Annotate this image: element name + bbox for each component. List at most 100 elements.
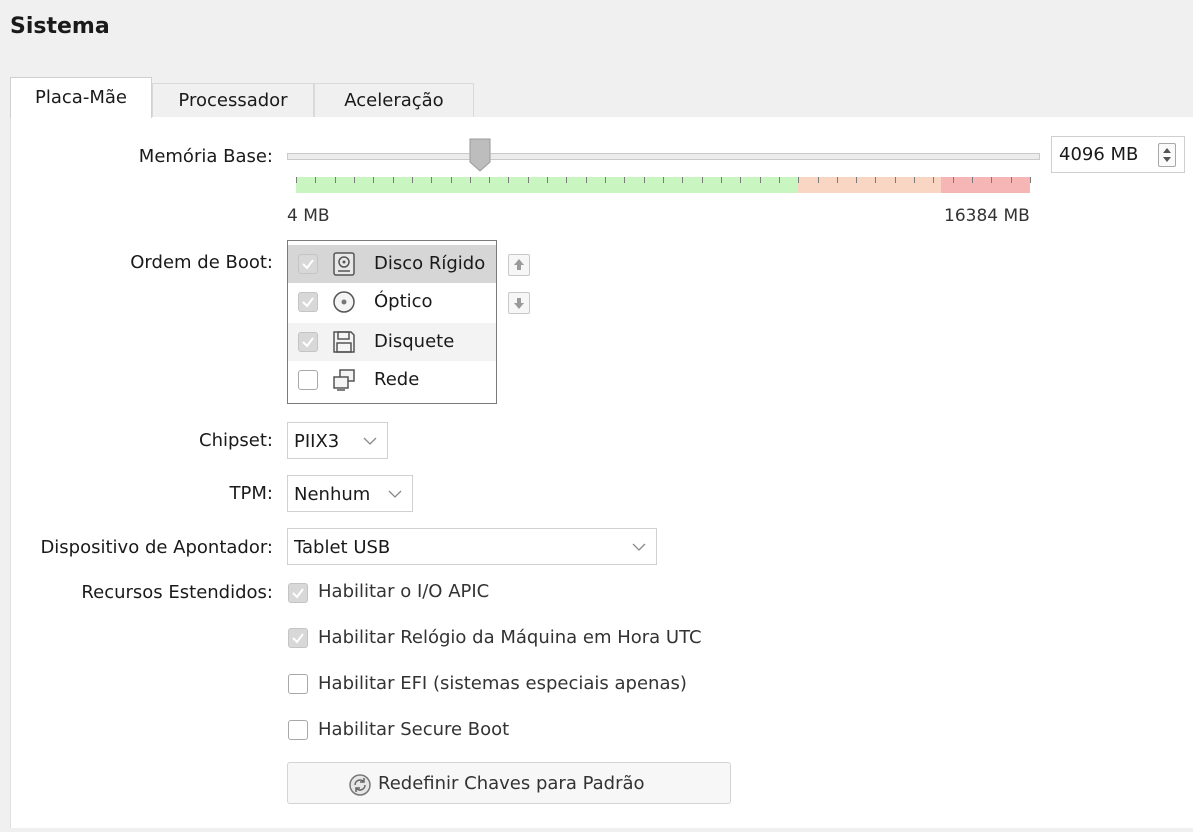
efi-checkbox[interactable] [288, 674, 308, 694]
efi-label[interactable]: Habilitar EFI (sistemas especiais apenas… [318, 673, 687, 694]
memory-scale-tick [663, 177, 664, 183]
tab-placa-mae[interactable]: Placa-Mãe [10, 77, 152, 118]
memory-scale-tick [547, 177, 548, 183]
boot-item-optico[interactable]: Óptico [288, 283, 496, 321]
memory-scale-tick [528, 177, 529, 183]
boot-item-disco-rigido[interactable]: Disco Rígido [288, 245, 496, 283]
io-apic-label[interactable]: Habilitar o I/O APIC [318, 581, 489, 602]
memory-scale-tick [451, 177, 452, 183]
page-title: Sistema [10, 14, 110, 39]
memory-scale-tick [914, 177, 915, 183]
memory-slider-thumb[interactable] [469, 138, 491, 172]
extended-features-label: Recursos Estendidos: [81, 582, 273, 603]
tpm-select[interactable]: Nenhum [287, 475, 413, 512]
boot-item-label: Rede [374, 369, 420, 390]
memory-max-label: 16384 MB [944, 206, 1030, 226]
memory-scale-warn-zone [798, 177, 941, 193]
chevron-down-icon [363, 437, 377, 445]
memory-scale-tick [798, 177, 799, 183]
optical-disc-icon [333, 291, 355, 313]
memory-scale-tick [740, 177, 741, 183]
memory-scale-tick [431, 177, 432, 183]
tab-processador[interactable]: Processador [152, 83, 314, 118]
memory-min-label: 4 MB [287, 206, 330, 226]
memory-scale-tick [508, 177, 509, 183]
memory-scale-tick [856, 177, 857, 183]
boot-move-up-button[interactable] [508, 254, 530, 276]
pointing-device-select[interactable]: Tablet USB [287, 528, 657, 565]
boot-order-label: Ordem de Boot: [130, 252, 273, 273]
boot-checkbox-rede[interactable] [298, 370, 318, 390]
memory-scale-tick [624, 177, 625, 183]
hard-disk-icon [333, 252, 355, 276]
reset-keys-button[interactable]: Redefinir Chaves para Padrão [287, 762, 731, 804]
memory-scale-tick [953, 177, 954, 183]
arrow-down-icon [514, 298, 524, 309]
memory-slider-track[interactable] [287, 153, 1040, 160]
memory-scale-danger-zone [941, 177, 1030, 193]
io-apic-checkbox[interactable] [288, 583, 308, 603]
memory-label: Memória Base: [138, 146, 273, 167]
tab-aceleracao[interactable]: Aceleração [314, 83, 474, 118]
chevron-down-icon [632, 543, 646, 551]
utc-clock-label[interactable]: Habilitar Relógio da Máquina em Hora UTC [318, 627, 702, 648]
memory-scale-tick [315, 177, 316, 183]
reset-keys-label: Redefinir Chaves para Padrão [378, 773, 645, 794]
boot-item-disquete[interactable]: Disquete [288, 323, 496, 361]
memory-scale-tick [682, 177, 683, 183]
boot-item-label: Óptico [374, 291, 433, 312]
chipset-value: PIIX3 [294, 431, 340, 452]
memory-scale-tick [779, 177, 780, 183]
secure-boot-label[interactable]: Habilitar Secure Boot [318, 719, 509, 740]
memory-scale-tick [566, 177, 567, 183]
arrow-up-icon [514, 259, 524, 270]
reset-icon [349, 774, 371, 796]
memory-scale-tick [296, 177, 297, 183]
boot-move-down-button[interactable] [508, 292, 530, 314]
network-icon [333, 369, 355, 391]
boot-checkbox-disco-rigido[interactable] [298, 254, 318, 274]
memory-scale-tick [721, 177, 722, 183]
memory-scale-tick [875, 177, 876, 183]
memory-scale-tick [644, 177, 645, 183]
secure-boot-checkbox[interactable] [288, 720, 308, 740]
tpm-value: Nenhum [294, 484, 371, 505]
memory-scale-tick [393, 177, 394, 183]
memory-scale-tick [972, 177, 973, 183]
memory-scale-tick [1011, 177, 1012, 183]
boot-order-list[interactable]: Disco Rígido Óptico Disquete Rede [287, 240, 497, 404]
spin-arrows-icon[interactable] [1158, 143, 1176, 167]
memory-spinbox[interactable]: 4096 MB [1051, 136, 1185, 173]
memory-scale-tick [933, 177, 934, 183]
memory-scale-tick [412, 177, 413, 183]
memory-scale-tick [489, 177, 490, 183]
pointing-device-label: Dispositivo de Apontador: [40, 537, 273, 558]
memory-scale-tick [991, 177, 992, 183]
tab-bar: Placa-Mãe Processador Aceleração [10, 77, 1193, 118]
pointing-device-value: Tablet USB [294, 537, 391, 558]
memory-scale-tick [586, 177, 587, 183]
chipset-select[interactable]: PIIX3 [287, 422, 388, 459]
boot-item-label: Disquete [374, 331, 455, 352]
memory-scale-tick [760, 177, 761, 183]
memory-scale-tick [354, 177, 355, 183]
memory-scale-tick [895, 177, 896, 183]
memory-scale-tick [1030, 177, 1031, 183]
memory-scale-tick [373, 177, 374, 183]
boot-checkbox-disquete[interactable] [298, 332, 318, 352]
boot-item-rede[interactable]: Rede [288, 361, 496, 399]
floppy-icon [333, 331, 355, 353]
memory-scale-tick [605, 177, 606, 183]
chevron-down-icon [388, 490, 402, 498]
utc-clock-checkbox[interactable] [288, 628, 308, 648]
memory-scale-tick [335, 177, 336, 183]
chipset-label: Chipset: [199, 430, 273, 451]
memory-scale-tick [837, 177, 838, 183]
memory-scale-tick [470, 177, 471, 183]
boot-checkbox-optico[interactable] [298, 292, 318, 312]
tpm-label: TPM: [229, 483, 273, 504]
memory-scale-tick [702, 177, 703, 183]
memory-scale-tick [818, 177, 819, 183]
memory-value: 4096 MB [1059, 144, 1139, 165]
boot-item-label: Disco Rígido [374, 253, 486, 274]
